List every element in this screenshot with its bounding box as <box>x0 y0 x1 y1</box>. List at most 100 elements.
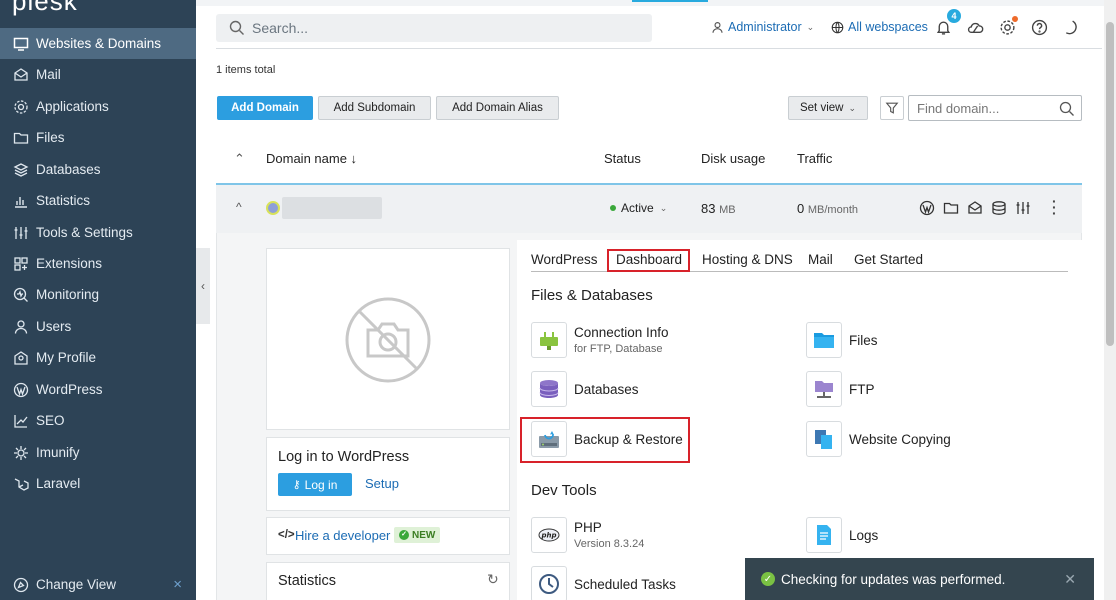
sidebar-item-statistics[interactable]: Statistics <box>0 185 196 216</box>
scrollbar-thumb[interactable] <box>1106 22 1114 346</box>
column-disk-usage[interactable]: Disk usage <box>701 151 765 166</box>
sidebar: plesk Websites & Domains Mail Applicatio… <box>0 0 196 600</box>
sidebar-item-my-profile[interactable]: My Profile <box>0 342 196 373</box>
table-row[interactable]: ^ Active ⌄ 83 MB 0 MB/month · · · <box>216 185 1082 233</box>
tab-get-started[interactable]: Get Started <box>854 252 923 267</box>
folder-icon <box>13 132 29 144</box>
sidebar-item-mail[interactable]: Mail <box>0 59 196 90</box>
sidebar-item-label: Users <box>36 319 72 334</box>
sidebar-item-websites-domains[interactable]: Websites & Domains <box>0 28 196 59</box>
wp-setup-link[interactable]: Setup <box>365 476 399 491</box>
chevron-up-icon[interactable]: ^ <box>236 200 242 214</box>
sliders-icon[interactable] <box>1015 200 1031 216</box>
sidebar-item-label: Files <box>36 130 65 145</box>
help-icon[interactable] <box>1031 19 1048 36</box>
site-preview[interactable] <box>266 248 510 430</box>
sidebar-item-label: Databases <box>36 162 101 177</box>
php-version: Version 8.3.24 <box>574 538 645 550</box>
logs-tool[interactable]: Logs <box>806 517 878 553</box>
wp-login-title: Log in to WordPress <box>278 449 410 465</box>
plesk-logo[interactable]: plesk <box>12 0 78 17</box>
php-tool[interactable]: php PHP Version 8.3.24 <box>531 517 644 553</box>
sidebar-item-databases[interactable]: Databases <box>0 154 196 185</box>
status-badge: Active <box>621 201 654 215</box>
add-subdomain-button[interactable]: Add Subdomain <box>318 96 431 120</box>
user-menu[interactable]: Administrator ⌄ <box>711 20 814 34</box>
close-icon[interactable]: × <box>173 576 182 593</box>
backup-restore-highlight <box>520 417 690 463</box>
databases-tool[interactable]: Databases <box>531 371 639 407</box>
sidebar-collapse-button[interactable]: ‹ <box>196 248 210 324</box>
files-tool[interactable]: Files <box>806 322 878 358</box>
sidebar-item-label: Laravel <box>36 476 81 491</box>
disk-usage-value: 83 MB <box>701 201 736 216</box>
connection-info-tool[interactable]: Connection Info for FTP, Database <box>531 322 669 358</box>
ftp-tool[interactable]: FTP <box>806 371 875 407</box>
items-total-count: 1 items total <box>216 64 276 76</box>
database-icon[interactable] <box>991 200 1007 216</box>
column-traffic[interactable]: Traffic <box>797 151 832 166</box>
sidebar-item-wordpress[interactable]: WordPress <box>0 374 196 405</box>
sidebar-item-label: WordPress <box>36 382 103 397</box>
find-domain-input[interactable]: Find domain... <box>908 95 1082 121</box>
sidebar-item-label: Monitoring <box>36 287 100 302</box>
filter-button[interactable] <box>880 96 904 120</box>
refresh-icon[interactable]: ↻ <box>487 571 499 588</box>
close-icon[interactable]: ✕ <box>1064 571 1076 588</box>
check-icon: ✓ <box>399 530 409 540</box>
sidebar-item-label: Websites & Domains <box>36 36 162 51</box>
sidebar-item-laravel[interactable]: Laravel <box>0 468 196 499</box>
mail-icon[interactable] <box>967 200 983 216</box>
search-placeholder: Search... <box>252 20 309 36</box>
sidebar-item-files[interactable]: Files <box>0 122 196 153</box>
search-input[interactable]: Search... <box>216 14 652 42</box>
connection-info-sublabel: for FTP, Database <box>574 343 663 355</box>
sidebar-item-label: SEO <box>36 413 65 428</box>
scheduled-tasks-tool[interactable]: Scheduled Tasks <box>531 566 676 600</box>
traffic-value: 0 MB/month <box>797 201 858 216</box>
tab-mail[interactable]: Mail <box>808 252 833 267</box>
webspaces-menu[interactable]: All webspaces <box>831 20 928 34</box>
notification-toast: ✓ Checking for updates was performed. ✕ <box>745 558 1094 600</box>
chevron-down-icon: ⌄ <box>848 102 856 113</box>
sidebar-item-extensions[interactable]: Extensions <box>0 248 196 279</box>
cloud-icon[interactable] <box>967 19 984 36</box>
update-indicator-dot <box>1012 16 1018 22</box>
add-domain-alias-button[interactable]: Add Domain Alias <box>436 96 559 120</box>
chevron-down-icon: ⌄ <box>806 21 815 32</box>
more-options-icon[interactable]: · · · <box>1052 194 1057 220</box>
tab-hosting-dns[interactable]: Hosting & DNS <box>702 252 793 267</box>
set-view-dropdown[interactable]: Set view ⌄ <box>788 96 868 120</box>
dark-mode-icon[interactable] <box>1062 19 1079 36</box>
ftp-label: FTP <box>849 381 875 397</box>
new-badge-label: NEW <box>412 529 436 541</box>
folder-icon[interactable] <box>943 200 959 216</box>
globe-icon <box>831 21 844 33</box>
sidebar-item-users[interactable]: Users <box>0 311 196 342</box>
laravel-icon <box>14 477 29 491</box>
add-domain-button[interactable]: Add Domain <box>217 96 313 120</box>
hire-developer-link[interactable]: Hire a developer <box>295 528 390 543</box>
wp-login-button[interactable]: ⚷ Log in <box>278 473 352 496</box>
svg-text:php: php <box>540 532 556 540</box>
domain-name-redacted[interactable] <box>282 197 382 219</box>
status-dropdown[interactable]: Active ⌄ <box>610 201 667 215</box>
scheduled-tasks-label: Scheduled Tasks <box>574 576 676 592</box>
change-view-button[interactable]: Change View × <box>0 569 196 600</box>
website-copying-icon <box>806 421 842 457</box>
sidebar-item-applications[interactable]: Applications <box>0 91 196 122</box>
mail-icon <box>14 67 28 81</box>
statistics-title: Statistics <box>278 573 337 589</box>
wordpress-icon[interactable] <box>919 200 935 216</box>
monitoring-icon <box>13 287 28 302</box>
collapse-all-icon[interactable]: ⌃ <box>234 151 245 167</box>
sidebar-item-tools-settings[interactable]: Tools & Settings <box>0 217 196 248</box>
column-status[interactable]: Status <box>604 151 641 166</box>
sidebar-item-imunify[interactable]: Imunify <box>0 437 196 468</box>
column-domain-name[interactable]: Domain name ↓ <box>266 151 357 166</box>
sidebar-item-monitoring[interactable]: Monitoring <box>0 279 196 310</box>
website-copying-tool[interactable]: Website Copying <box>806 421 951 457</box>
tab-wordpress[interactable]: WordPress <box>531 252 598 267</box>
sidebar-item-seo[interactable]: SEO <box>0 405 196 436</box>
change-view-icon <box>13 577 29 592</box>
